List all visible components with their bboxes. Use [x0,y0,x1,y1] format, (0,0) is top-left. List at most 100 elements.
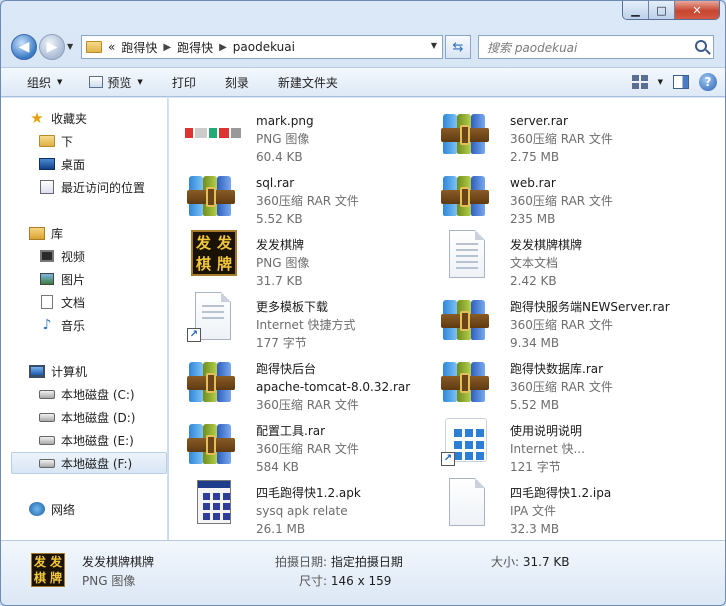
file-type: 360压缩 RAR 文件 [256,442,359,456]
address-bar[interactable]: « 跑得快 ▶ 跑得快 ▶ paodekuai ▼ [81,35,443,59]
file-type: 360压缩 RAR 文件 [510,380,613,394]
nav-label: 库 [51,226,64,241]
breadcrumb-item[interactable]: 跑得快 [121,39,157,56]
star-icon: ★ [30,109,44,127]
command-bar: 组织 ▼ 预览 ▼ 打印 刻录 新建文件夹 ▼ ? [1,67,725,97]
file-item[interactable]: 跑得快后台 apache-tomcat-8.0.32.rar 360压缩 RAR 文… [185,350,435,412]
nav-label: 网络 [51,502,76,517]
file-name: 发发棋牌 [256,238,305,252]
nav-downloads[interactable]: 下 [39,130,73,152]
chevron-down-icon[interactable]: ▼ [658,78,663,86]
nav-desktop[interactable]: 桌面 [39,153,85,175]
hard-drive-icon [39,412,55,422]
breadcrumb-item[interactable]: paodekuai [233,40,295,54]
nav-drive-d[interactable]: 本地磁盘 (D:) [39,406,135,428]
nav-computer[interactable]: 计算机 [29,360,87,382]
nav-label: 收藏夹 [51,111,88,126]
file-item[interactable]: 配置工具.rar 360压缩 RAR 文件 584 KB [185,412,435,474]
forward-button[interactable]: ▶ [39,34,65,60]
file-name-line2: apache-tomcat-8.0.32.rar [256,380,411,394]
selected-file-type: PNG 图像 [82,574,136,588]
nav-recent-places[interactable]: 最近访问的位置 [39,176,145,198]
date-taken: 拍摄日期: 指定拍摄日期 [275,553,403,570]
date-taken-value[interactable]: 指定拍摄日期 [331,555,403,569]
navigation-pane: ★收藏夹 下 桌面 最近访问的位置 库 视频 图片 文档 ♪音乐 计算机 本 [1,98,168,540]
nav-pictures[interactable]: 图片 [39,268,85,290]
change-view-icon[interactable] [631,75,648,89]
navigation-row: ◀ ▶ ▼ « 跑得快 ▶ 跑得快 ▶ paodekuai ▼ ⇆ 搜索 pao… [1,31,725,63]
preview-label: 预览 [107,75,132,90]
file-item[interactable]: 发发棋牌棋牌 文本文档 2.42 KB [439,226,689,288]
chevron-right-icon[interactable]: ▶ [219,42,227,53]
hard-drive-icon [39,389,55,399]
rar-archive-icon [441,356,489,404]
file-item[interactable]: mark.png PNG 图像 60.4 KB [185,102,435,164]
dimensions-value: 146 x 159 [330,574,392,588]
file-item[interactable]: 跑得快数据库.rar 360压缩 RAR 文件 5.52 MB [439,350,689,412]
file-type: IPA 文件 [510,504,557,518]
burn-button[interactable]: 刻录 [205,68,258,96]
file-item[interactable]: 四毛跑得快1.2.apk sysq apk relate 26.1 MB [185,474,435,536]
file-item[interactable]: ↗ 更多模板下载 Internet 快捷方式 177 字节 [185,288,435,350]
nav-label: 桌面 [61,157,86,172]
search-input[interactable]: 搜索 paodekuai [478,35,714,59]
file-item[interactable]: 发发棋牌 发发棋牌 PNG 图像 31.7 KB [185,226,435,288]
dimensions: 尺寸: 146 x 159 [299,572,391,589]
file-item[interactable]: web.rar 360压缩 RAR 文件 235 MB [439,164,689,226]
folder-icon [86,41,102,53]
nav-videos[interactable]: 视频 [39,245,85,267]
file-item[interactable]: ↗ 使用说明说明 Internet 快... 121 字节 [439,412,689,474]
new-folder-button[interactable]: 新建文件夹 [258,68,347,96]
address-dropdown-icon[interactable]: ▼ [431,41,437,50]
nav-drive-f[interactable]: 本地磁盘 (F:) [11,452,167,474]
nav-label: 本地磁盘 (E:) [61,433,134,448]
recent-pages-dropdown[interactable]: ▼ [67,42,73,51]
preview-button[interactable]: 预览 ▼ [71,68,151,96]
refresh-button[interactable]: ⇆ [445,35,471,59]
nav-documents[interactable]: 文档 [39,291,85,313]
dimensions-label: 尺寸: [299,574,328,588]
blank-document-icon [449,478,485,526]
breadcrumb-overflow[interactable]: « [108,40,115,54]
rar-archive-icon [187,170,235,218]
text-document-icon [449,230,485,278]
computer-icon [29,364,45,378]
file-type: PNG 图像 [256,132,310,146]
rar-archive-icon [441,108,489,156]
search-icon[interactable] [695,40,707,52]
back-button[interactable]: ◀ [11,34,37,60]
nav-label: 本地磁盘 (F:) [61,456,133,471]
file-item[interactable]: sql.rar 360压缩 RAR 文件 5.52 KB [185,164,435,226]
close-button[interactable]: ✕ [675,1,719,19]
date-taken-label: 拍摄日期: [275,555,328,569]
file-item[interactable]: server.rar 360压缩 RAR 文件 2.75 MB [439,102,689,164]
selected-file-thumbnail: 发发棋牌 [31,553,65,587]
nav-label: 视频 [61,249,86,264]
nav-drive-c[interactable]: 本地磁盘 (C:) [39,383,135,405]
nav-music[interactable]: ♪ 音乐 [39,314,85,336]
hard-drive-icon [39,458,55,468]
nav-favorites[interactable]: ★ 收藏夹 [29,107,87,129]
minimize-button[interactable]: ▁ [623,1,649,19]
file-item[interactable]: 四毛跑得快1.2.ipa IPA 文件 32.3 MB [439,474,689,536]
nav-label: 图片 [61,272,86,287]
file-item[interactable]: 跑得快服务端NEWServer.rar 360压缩 RAR 文件 9.34 MB [439,288,689,350]
file-type: Internet 快... [510,442,585,456]
rar-archive-icon [441,294,489,342]
organize-button[interactable]: 组织 ▼ [1,68,71,96]
preview-icon [89,76,104,88]
maximize-button[interactable]: □ [649,1,675,19]
breadcrumb-item[interactable]: 跑得快 [177,39,213,56]
title-bar: ▁ □ ✕ [1,1,725,25]
folder-icon [39,135,55,147]
chevron-right-icon[interactable]: ▶ [163,42,171,53]
file-name: 跑得快数据库.rar [510,362,604,376]
file-name: sql.rar [256,176,295,190]
file-name: 四毛跑得快1.2.ipa [510,486,612,500]
nav-libraries[interactable]: 库 [29,222,63,244]
nav-network[interactable]: 网络 [29,498,75,520]
print-button[interactable]: 打印 [152,68,205,96]
help-icon[interactable]: ? [699,73,717,91]
preview-pane-icon[interactable] [673,75,689,89]
nav-drive-e[interactable]: 本地磁盘 (E:) [39,429,134,451]
